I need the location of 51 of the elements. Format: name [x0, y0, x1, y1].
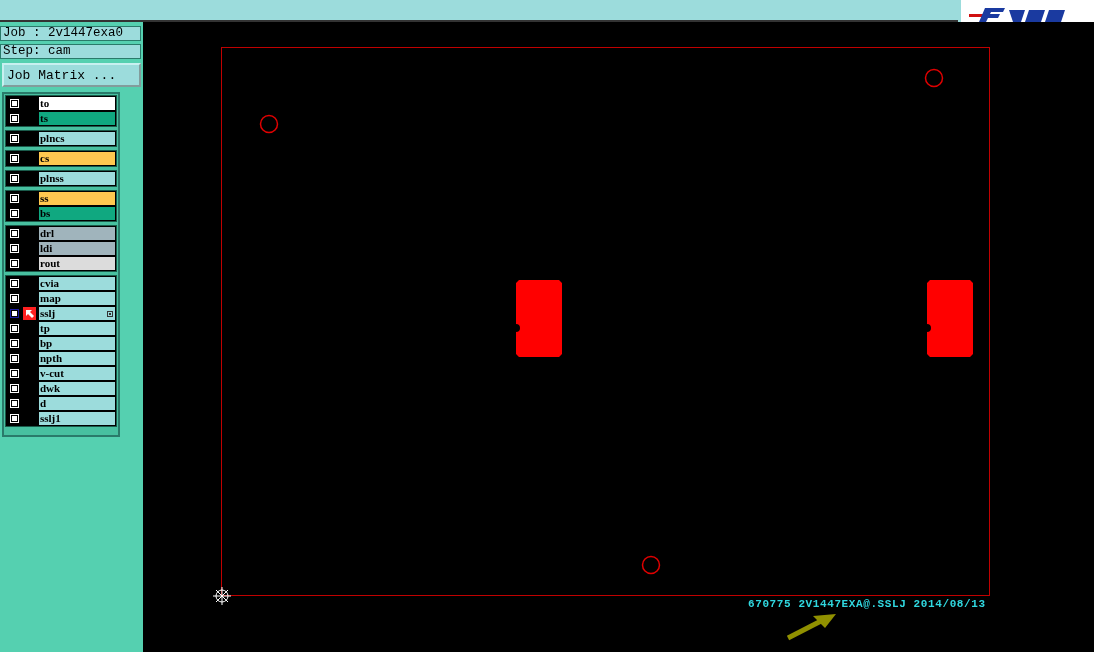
layer-name[interactable]: tp — [39, 322, 115, 335]
layer-checkbox[interactable] — [9, 98, 20, 109]
layer-name[interactable]: bs — [39, 207, 115, 220]
hole-circle — [259, 114, 279, 134]
stamp-text: 670775 2V1447EXA@.SSLJ 2014/08/13 — [748, 598, 986, 610]
layer-checkbox[interactable] — [9, 338, 20, 349]
layer-checkbox[interactable] — [9, 173, 20, 184]
layer-checkbox[interactable] — [9, 383, 20, 394]
step-label: Step: cam — [0, 44, 141, 59]
grid-icon — [107, 311, 113, 317]
layer-name[interactable]: cvia — [39, 277, 115, 290]
layer-checkbox[interactable] — [9, 368, 20, 379]
hole-circle — [641, 555, 661, 575]
layer-checkbox[interactable] — [9, 193, 20, 204]
layer-checkbox[interactable] — [9, 278, 20, 289]
layer-checkbox[interactable] — [9, 413, 20, 424]
layer-name[interactable]: cs — [39, 152, 115, 165]
layer-name[interactable]: drl — [39, 227, 115, 240]
work-layer-arrow-icon[interactable] — [23, 307, 36, 320]
layer-checkbox[interactable] — [9, 308, 20, 319]
layer-name[interactable]: sslj — [39, 307, 115, 320]
layer-checkbox[interactable] — [9, 323, 20, 334]
layer-name[interactable]: v-cut — [39, 367, 115, 380]
layer-name[interactable]: dwk — [39, 382, 115, 395]
layer-checkbox[interactable] — [9, 208, 20, 219]
layer-name[interactable]: rout — [39, 257, 115, 270]
layer-name[interactable]: sslj1 — [39, 412, 115, 425]
job-label: Job : 2v1447exa0 — [0, 26, 141, 41]
layer-checkbox[interactable] — [9, 228, 20, 239]
hole-circle — [924, 68, 944, 88]
layer-name[interactable]: bp — [39, 337, 115, 350]
layer-name[interactable]: d — [39, 397, 115, 410]
layer-checkbox[interactable] — [9, 243, 20, 254]
layer-name[interactable]: ss — [39, 192, 115, 205]
layer-checkbox[interactable] — [9, 353, 20, 364]
layer-name[interactable]: npth — [39, 352, 115, 365]
origin-icon — [212, 586, 232, 606]
layer-name[interactable]: map — [39, 292, 115, 305]
layer-checkbox[interactable] — [9, 113, 20, 124]
layer-checkbox[interactable] — [9, 133, 20, 144]
layer-name[interactable]: ts — [39, 112, 115, 125]
layer-checkbox[interactable] — [9, 398, 20, 409]
layer-name[interactable]: ldi — [39, 242, 115, 255]
layer-name[interactable]: plnss — [39, 172, 115, 185]
pointer-arrow — [786, 614, 836, 641]
layer-name[interactable]: to — [39, 97, 115, 110]
layer-checkbox[interactable] — [9, 153, 20, 164]
layer-checkbox[interactable] — [9, 258, 20, 269]
job-matrix-button[interactable]: Job Matrix ... — [2, 63, 141, 87]
layer-name[interactable]: plncs — [39, 132, 115, 145]
layer-checkbox[interactable] — [9, 293, 20, 304]
